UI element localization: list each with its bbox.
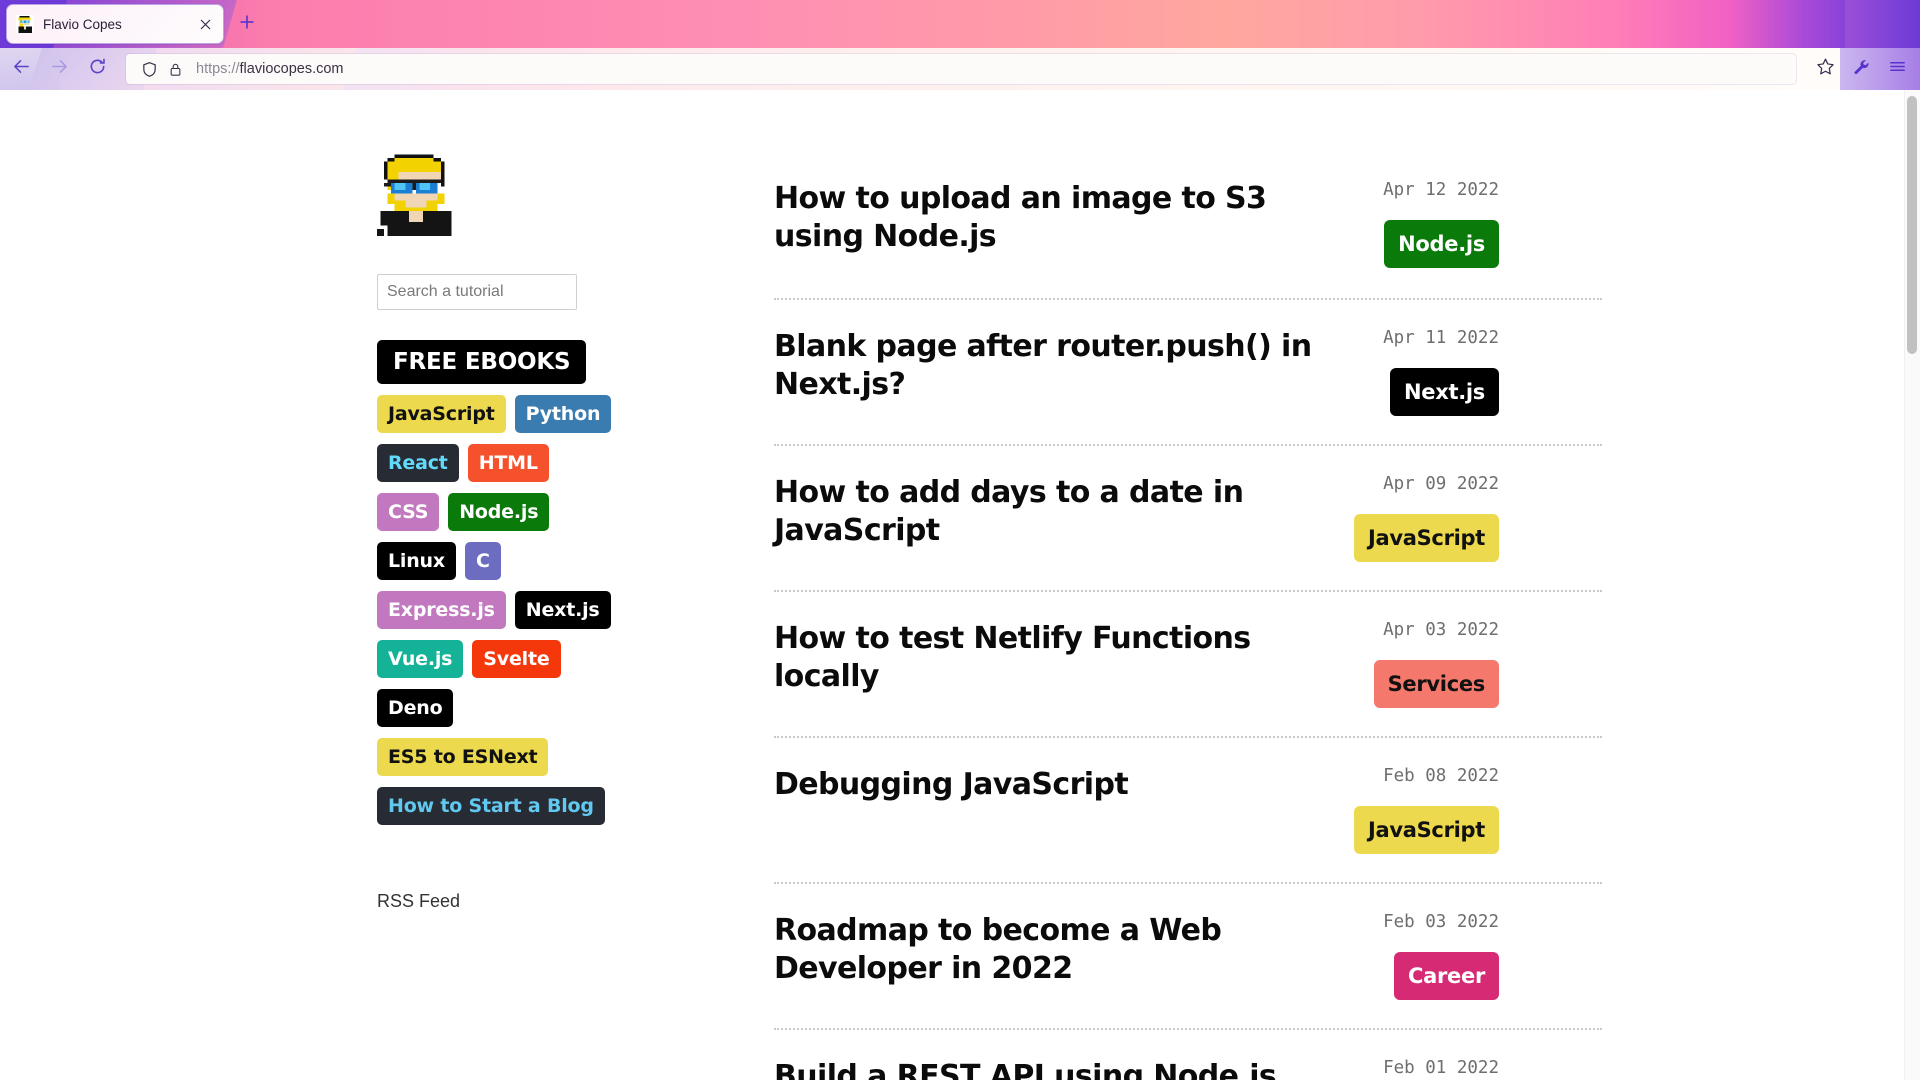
- sidebar-tag-css[interactable]: CSS: [377, 493, 440, 531]
- sidebar-tag-svelte[interactable]: Svelte: [472, 640, 561, 678]
- post-row[interactable]: How to test Netlify Functions locally Apr…: [774, 592, 1602, 738]
- sidebar-tag-row: ES5 to ESNext: [377, 738, 677, 776]
- post-tag-node-js[interactable]: Node.js: [1384, 220, 1499, 268]
- browser-tab-flavio-copes[interactable]: Flavio Copes: [6, 4, 224, 44]
- sidebar-tag-react[interactable]: React: [377, 444, 459, 482]
- sidebar-tag-free-ebooks[interactable]: FREE EBOOKS: [377, 340, 587, 384]
- post-title[interactable]: Roadmap to become a Web Developer in 202…: [774, 912, 1374, 989]
- sidebar-tag-c[interactable]: C: [464, 542, 501, 580]
- post-row[interactable]: How to upload an image to S3 using Node.…: [774, 154, 1602, 300]
- sidebar-tag-row: Vue.js Svelte: [377, 640, 677, 678]
- sidebar-tag-linux[interactable]: Linux: [377, 542, 456, 580]
- toolbar-right-actions: [1806, 52, 1920, 86]
- post-row[interactable]: Blank page after router.push() in Next.j…: [774, 300, 1602, 446]
- post-date: Apr 09 2022: [1383, 474, 1499, 494]
- star-icon: [1816, 57, 1835, 81]
- url-scheme: https://: [196, 61, 240, 77]
- sidebar-tag-deno[interactable]: Deno: [377, 689, 454, 727]
- sidebar-tag-list: FREE EBOOKS JavaScript Python React HTML CSS N…: [377, 340, 677, 825]
- sidebar-tag-python[interactable]: Python: [514, 395, 612, 433]
- post-row[interactable]: Build a REST API using Node.js Express a…: [774, 1030, 1602, 1080]
- sidebar-tag-row: React HTML: [377, 444, 677, 482]
- sidebar-tag-next-js[interactable]: Next.js: [514, 591, 611, 629]
- post-title[interactable]: How to add days to a date in JavaScript: [774, 474, 1374, 551]
- shield-icon[interactable]: [136, 59, 162, 79]
- back-button[interactable]: [4, 52, 38, 86]
- post-row[interactable]: Roadmap to become a Web Developer in 202…: [774, 884, 1602, 1030]
- url-text: https://flaviocopes.com: [196, 61, 344, 77]
- post-date: Apr 11 2022: [1383, 328, 1499, 348]
- post-tag-services[interactable]: Services: [1373, 660, 1499, 708]
- post-meta: Feb 03 2022 Career: [1374, 912, 1499, 1000]
- search-input[interactable]: [377, 274, 577, 310]
- post-meta: Apr 09 2022 JavaScript: [1353, 474, 1499, 562]
- sidebar-tag-row: Express.js Next.js: [377, 591, 677, 629]
- post-tag-career[interactable]: Career: [1394, 952, 1499, 1000]
- page-scrollbar[interactable]: [1904, 90, 1920, 1080]
- sidebar-tag-html[interactable]: HTML: [467, 444, 549, 482]
- scrollbar-thumb[interactable]: [1907, 96, 1917, 354]
- reload-icon: [88, 57, 107, 81]
- sidebar-tag-row: How to Start a Blog: [377, 787, 677, 825]
- sidebar-tag-how-to-start-a-blog[interactable]: How to Start a Blog: [377, 787, 605, 825]
- sidebar-tag-row: FREE EBOOKS: [377, 340, 677, 384]
- sidebar-tag-node-js[interactable]: Node.js: [448, 493, 550, 531]
- sidebar: FREE EBOOKSJavaScriptPythonReactHTMLCSSN…: [377, 154, 677, 1080]
- avatar: [377, 154, 455, 240]
- navigation-toolbar: https://flaviocopes.com: [0, 48, 1920, 90]
- wrench-icon: [1852, 58, 1870, 81]
- lock-icon[interactable]: [162, 59, 188, 79]
- post-title[interactable]: Build a REST API using Node.js Express a…: [774, 1058, 1374, 1080]
- favicon-icon: [16, 15, 34, 33]
- sidebar-tag-row: CSS Node.js: [377, 493, 677, 531]
- back-arrow-icon: [12, 57, 31, 81]
- sidebar-tag-row: Deno: [377, 689, 677, 727]
- post-meta: Apr 03 2022 Services: [1373, 620, 1499, 708]
- post-date: Feb 08 2022: [1383, 766, 1499, 786]
- address-bar[interactable]: https://flaviocopes.com: [126, 54, 1796, 84]
- post-tag-next-js[interactable]: Next.js: [1390, 368, 1499, 416]
- page-viewport: FREE EBOOKSJavaScriptPythonReactHTMLCSSN…: [0, 90, 1920, 1080]
- post-tag-javascript[interactable]: JavaScript: [1353, 806, 1499, 854]
- tab-strip: Flavio Copes: [0, 0, 1920, 48]
- page-content: FREE EBOOKSJavaScriptPythonReactHTMLCSSN…: [0, 90, 1904, 1080]
- post-date: Apr 03 2022: [1383, 620, 1499, 640]
- sidebar-tag-row: Linux C: [377, 542, 677, 580]
- post-date: Feb 03 2022: [1383, 912, 1499, 932]
- sidebar-tag-express-js[interactable]: Express.js: [377, 591, 506, 629]
- post-tag-javascript[interactable]: JavaScript: [1353, 514, 1499, 562]
- browser-tab-title: Flavio Copes: [43, 16, 122, 32]
- rss-feed-link[interactable]: RSS Feed: [377, 891, 677, 912]
- post-meta: Feb 01 2022: [1374, 1058, 1499, 1078]
- reload-button[interactable]: [80, 52, 114, 86]
- post-date: Feb 01 2022: [1383, 1058, 1499, 1078]
- browser-chrome: Flavio Copes https://flaviocopes.com: [0, 0, 1920, 90]
- forward-button[interactable]: [42, 52, 76, 86]
- tabstrip-decoration-right: [1845, 0, 1920, 48]
- extension-button[interactable]: [1844, 52, 1878, 86]
- forward-arrow-icon: [50, 57, 69, 81]
- new-tab-button[interactable]: [234, 11, 260, 37]
- post-meta: Feb 08 2022 JavaScript: [1353, 766, 1499, 854]
- app-menu-button[interactable]: [1880, 52, 1914, 86]
- sidebar-tag-vue-js[interactable]: Vue.js: [377, 640, 464, 678]
- sidebar-tag-es5-to-esnext[interactable]: ES5 to ESNext: [377, 738, 549, 776]
- post-title[interactable]: How to upload an image to S3 using Node.…: [774, 180, 1374, 257]
- post-meta: Apr 11 2022 Next.js: [1374, 328, 1499, 416]
- plus-icon: [238, 13, 256, 35]
- bookmark-button[interactable]: [1808, 52, 1842, 86]
- close-icon[interactable]: [195, 14, 215, 34]
- post-date: Apr 12 2022: [1383, 180, 1499, 200]
- post-title[interactable]: Debugging JavaScript: [774, 766, 1374, 804]
- post-list: How to upload an image to S3 using Node.…: [774, 154, 1602, 1080]
- hamburger-menu-icon: [1888, 57, 1907, 81]
- url-host: flaviocopes.com: [239, 61, 344, 77]
- sidebar-tag-row: JavaScript Python: [377, 395, 677, 433]
- post-title[interactable]: How to test Netlify Functions locally: [774, 620, 1374, 697]
- post-title[interactable]: Blank page after router.push() in Next.j…: [774, 328, 1374, 405]
- post-row[interactable]: How to add days to a date in JavaScript A…: [774, 446, 1602, 592]
- post-row[interactable]: Debugging JavaScript Feb 08 2022 JavaScrip…: [774, 738, 1602, 884]
- post-meta: Apr 12 2022 Node.js: [1374, 180, 1499, 268]
- sidebar-tag-javascript[interactable]: JavaScript: [377, 395, 506, 433]
